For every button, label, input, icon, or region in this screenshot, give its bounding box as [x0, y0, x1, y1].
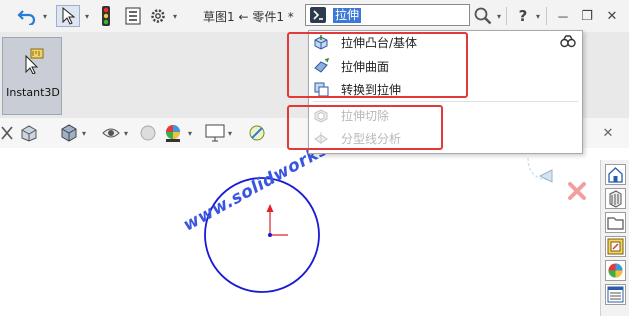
- scene-dropdown-arrow[interactable]: ▾: [186, 122, 194, 144]
- previous-view-icon: [1, 126, 13, 140]
- hide-show-dropdown-arrow[interactable]: ▾: [122, 122, 130, 144]
- minimize-button[interactable]: －: [553, 5, 573, 27]
- color-ball-icon: [166, 125, 180, 142]
- search-input[interactable]: 拉伸: [305, 4, 470, 26]
- origin-y-arrow-icon: [266, 204, 274, 212]
- view-orientation-button[interactable]: [58, 122, 80, 144]
- toolbar-divider: [546, 7, 547, 25]
- solidworks-resources-tab[interactable]: [605, 164, 626, 185]
- confirmation-corner: [527, 157, 586, 200]
- undo-dropdown-arrow[interactable]: ▾: [40, 5, 50, 27]
- options-dropdown-arrow[interactable]: ▾: [170, 5, 180, 27]
- custom-properties-icon: [607, 286, 624, 303]
- view-palette-tab[interactable]: [605, 236, 626, 257]
- help-button[interactable]: ?: [514, 5, 532, 27]
- binoculars-icon[interactable]: [560, 35, 576, 49]
- file-properties-button[interactable]: [123, 5, 143, 27]
- select-dropdown-arrow[interactable]: ▾: [82, 5, 92, 27]
- eye-icon: [102, 128, 120, 138]
- instant3d-icon: [25, 48, 44, 74]
- file-explorer-tab[interactable]: [605, 212, 626, 233]
- file-properties-icon: [125, 7, 141, 25]
- rebuild-button[interactable]: [97, 5, 115, 27]
- hide-show-button[interactable]: [100, 122, 122, 144]
- close-button[interactable]: ✕: [602, 5, 622, 27]
- appearance-button[interactable]: [138, 122, 158, 144]
- gear-icon: [151, 9, 165, 23]
- custom-properties-tab[interactable]: [605, 284, 626, 305]
- instant3d-button[interactable]: Instant3D: [2, 37, 62, 115]
- appearance-sphere-icon: [140, 125, 156, 141]
- undo-icon: [17, 10, 36, 25]
- command-search-icon: [310, 7, 326, 23]
- highlight-box-enabled-results: [287, 32, 468, 98]
- view-cube-icon: [61, 124, 77, 142]
- top-command-bar: ▾ ▾ ▾ 草图1 ← 零件1 * 拉伸 ▾ ? ▾ － ❐ ✕: [0, 0, 629, 33]
- cancel-sketch-icon[interactable]: [568, 182, 586, 200]
- view-settings-button[interactable]: [204, 122, 226, 144]
- close-viewport-icon[interactable]: ✕: [600, 122, 616, 144]
- view-settings-dropdown-arrow[interactable]: ▾: [226, 122, 234, 144]
- instant3d-label: Instant3D: [6, 86, 60, 99]
- select-button[interactable]: [56, 5, 80, 27]
- home-icon: [608, 167, 623, 183]
- pointer-icon: [62, 7, 75, 25]
- section-view-button[interactable]: [18, 122, 40, 144]
- design-library-icon: [609, 190, 622, 208]
- help-dropdown-arrow[interactable]: ▾: [533, 5, 543, 27]
- monitor-icon: [205, 124, 225, 142]
- restore-button[interactable]: ❐: [577, 5, 597, 27]
- magnifier-icon: [474, 7, 492, 25]
- appearances-ball-icon: [608, 263, 623, 278]
- highlight-box-disabled-results: [287, 105, 443, 150]
- cube-section-icon: [21, 125, 37, 142]
- view-orientation-dropdown-arrow[interactable]: ▾: [80, 122, 88, 144]
- folder-icon: [607, 217, 624, 230]
- task-pane-tabs: [600, 160, 629, 316]
- undo-button[interactable]: [14, 5, 40, 27]
- design-library-tab[interactable]: [605, 188, 626, 209]
- measure-icon: [249, 125, 265, 141]
- origin-point[interactable]: [268, 233, 272, 237]
- search-button[interactable]: [472, 5, 494, 27]
- toolbar-divider: [506, 7, 507, 25]
- previous-view-button[interactable]: [0, 122, 14, 144]
- traffic-light-icon: [102, 6, 110, 26]
- scene-button[interactable]: [162, 122, 184, 144]
- document-title: 草图1 ← 零件1 *: [203, 10, 294, 24]
- view-palette-icon: [607, 238, 624, 255]
- options-button[interactable]: [148, 5, 168, 27]
- appearances-scenes-tab[interactable]: [605, 260, 626, 281]
- search-input-value: 拉伸: [333, 8, 362, 23]
- dropdown-separator: [313, 101, 578, 102]
- search-dropdown-arrow[interactable]: ▾: [494, 5, 504, 27]
- measure-button[interactable]: [246, 122, 268, 144]
